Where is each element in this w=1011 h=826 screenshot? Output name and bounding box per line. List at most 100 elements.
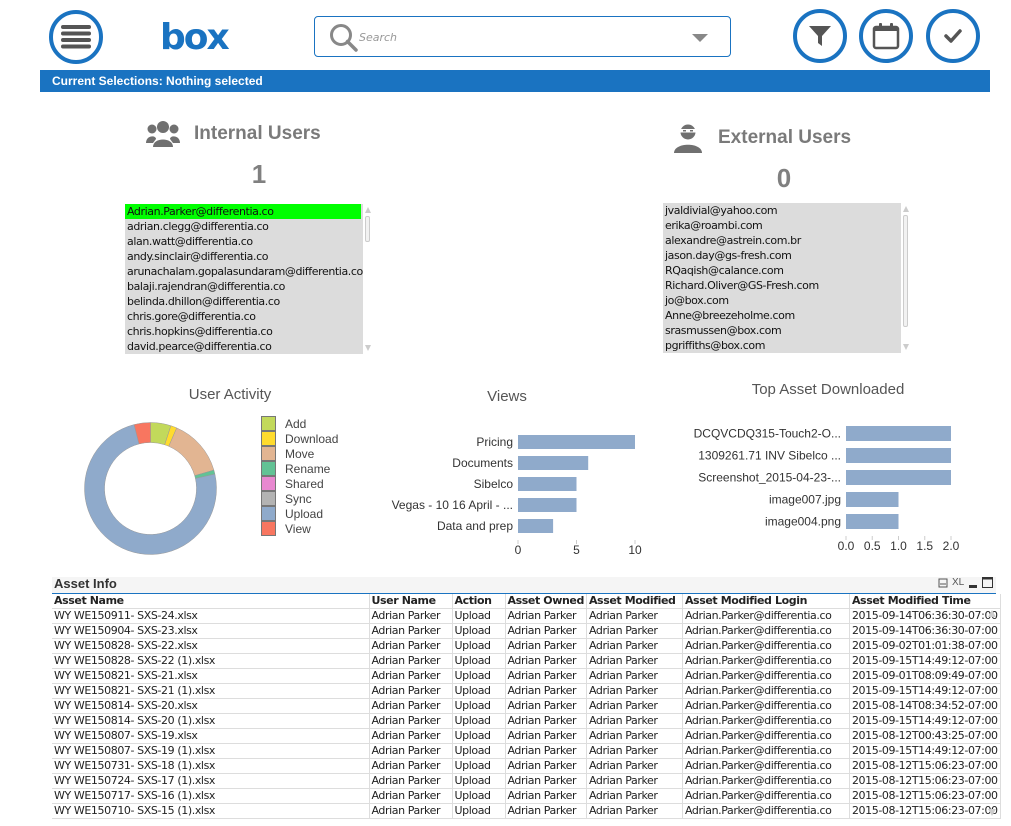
table-cell[interactable]: Adrian Parker bbox=[369, 623, 453, 639]
external-users-listbox[interactable]: jvaldivial@yahoo.com erika@roambi.com alex… bbox=[663, 203, 911, 353]
column-header[interactable]: Action bbox=[452, 594, 506, 609]
table-cell[interactable]: Adrian Parker bbox=[586, 713, 683, 729]
table-cell[interactable]: Adrian Parker bbox=[586, 743, 683, 759]
table-cell[interactable]: Adrian Parker bbox=[505, 713, 587, 729]
scroll-down-icon[interactable] bbox=[988, 809, 996, 816]
table-cell[interactable]: 2015-09-14T06:36:30-07:00 bbox=[849, 623, 1001, 639]
table-cell[interactable]: Adrian.Parker@differentia.co bbox=[682, 683, 850, 699]
table-cell[interactable]: 2015-08-12T00:43:25-07:00 bbox=[849, 728, 1001, 744]
list-item[interactable]: RQaqish@calance.com bbox=[663, 263, 899, 278]
list-item[interactable]: alexandre@astrein.com.br bbox=[663, 233, 899, 248]
table-cell[interactable]: Adrian.Parker@differentia.co bbox=[682, 698, 850, 714]
user-activity-donut[interactable] bbox=[78, 416, 223, 561]
column-header[interactable]: Asset Owned bbox=[505, 594, 587, 609]
listbox-scrollbar[interactable] bbox=[363, 204, 373, 354]
list-item[interactable]: david.pearce@differentia.co bbox=[125, 339, 361, 354]
bar-2[interactable] bbox=[846, 470, 951, 485]
table-cell[interactable]: Adrian.Parker@differentia.co bbox=[682, 728, 850, 744]
scroll-up-icon[interactable] bbox=[365, 207, 371, 213]
list-item[interactable]: Anne@breezeholme.com bbox=[663, 308, 899, 323]
table-cell[interactable]: Adrian Parker bbox=[586, 608, 683, 624]
legend-item-view[interactable]: View bbox=[261, 521, 338, 536]
table-cell[interactable]: 2015-09-15T14:49:12-07:00 bbox=[849, 653, 1001, 669]
table-cell[interactable]: Adrian Parker bbox=[505, 683, 587, 699]
legend-item-rename[interactable]: Rename bbox=[261, 461, 338, 476]
table-cell[interactable]: Adrian Parker bbox=[586, 638, 683, 654]
table-cell[interactable]: Adrian Parker bbox=[586, 758, 683, 774]
legend-item-shared[interactable]: Shared bbox=[261, 476, 338, 491]
table-row[interactable]: WY WE150828- SXS-22.xlsx Adrian Parker Upl… bbox=[52, 638, 1001, 654]
list-item[interactable]: pgriffiths@box.com bbox=[663, 338, 899, 353]
table-row[interactable]: WY WE150828- SXS-22 (1).xlsx Adrian Parke… bbox=[52, 653, 1001, 669]
bar-1[interactable] bbox=[518, 456, 589, 470]
maximize-icon[interactable] bbox=[982, 577, 994, 588]
table-cell[interactable]: Adrian.Parker@differentia.co bbox=[682, 788, 850, 804]
table-cell[interactable]: Adrian Parker bbox=[369, 608, 453, 624]
bar-3[interactable] bbox=[846, 492, 899, 507]
table-cell[interactable]: Upload bbox=[452, 713, 506, 729]
scroll-up-icon[interactable] bbox=[903, 206, 909, 212]
list-item[interactable]: Richard.Oliver@GS-Fresh.com bbox=[663, 278, 899, 293]
list-item[interactable]: alan.watt@differentia.co bbox=[125, 234, 361, 249]
table-cell[interactable]: Adrian Parker bbox=[505, 728, 587, 744]
legend-item-add[interactable]: Add bbox=[261, 416, 338, 431]
legend-item-download[interactable]: Download bbox=[261, 431, 338, 446]
table-cell[interactable]: Adrian Parker bbox=[505, 653, 587, 669]
table-cell[interactable]: Adrian Parker bbox=[505, 743, 587, 759]
table-cell[interactable]: Adrian Parker bbox=[586, 728, 683, 744]
table-cell[interactable]: Adrian.Parker@differentia.co bbox=[682, 668, 850, 684]
table-cell[interactable]: Adrian Parker bbox=[586, 623, 683, 639]
table-cell[interactable]: Upload bbox=[452, 638, 506, 654]
table-cell[interactable]: Adrian Parker bbox=[369, 653, 453, 669]
table-cell[interactable]: WY WE150731- SXS-18 (1).xlsx bbox=[52, 758, 370, 774]
list-item[interactable]: chris.gore@differentia.co bbox=[125, 309, 361, 324]
confirm-button[interactable] bbox=[926, 9, 980, 63]
table-cell[interactable]: Adrian Parker bbox=[586, 788, 683, 804]
table-cell[interactable]: Adrian Parker bbox=[505, 803, 587, 819]
table-cell[interactable]: Upload bbox=[452, 803, 506, 819]
column-header[interactable]: Asset Modified Login bbox=[682, 594, 850, 609]
list-item[interactable]: srasmussen@box.com bbox=[663, 323, 899, 338]
table-cell[interactable]: Upload bbox=[452, 623, 506, 639]
list-item[interactable]: belinda.dhillon@differentia.co bbox=[125, 294, 361, 309]
table-row[interactable]: WY WE150904- SXS-23.xlsx Adrian Parker Upl… bbox=[52, 623, 1001, 639]
table-cell[interactable]: Adrian Parker bbox=[369, 713, 453, 729]
list-item[interactable]: erika@roambi.com bbox=[663, 218, 899, 233]
table-cell[interactable]: Upload bbox=[452, 728, 506, 744]
table-cell[interactable]: Adrian Parker bbox=[369, 758, 453, 774]
table-row[interactable]: WY WE150724- SXS-17 (1).xlsx Adrian Parke… bbox=[52, 773, 1001, 789]
table-cell[interactable]: Adrian Parker bbox=[369, 683, 453, 699]
table-cell[interactable]: Adrian Parker bbox=[586, 683, 683, 699]
table-row[interactable]: WY WE150821- SXS-21.xlsx Adrian Parker Upl… bbox=[52, 668, 1001, 684]
table-cell[interactable]: 2015-08-12T15:06:23-07:00 bbox=[849, 788, 1001, 804]
scroll-down-icon[interactable] bbox=[365, 345, 371, 351]
table-cell[interactable]: Adrian Parker bbox=[505, 788, 587, 804]
table-cell[interactable]: 2015-08-12T15:06:23-07:00 bbox=[849, 803, 1001, 819]
column-header[interactable]: Asset Modified Time bbox=[849, 594, 1001, 609]
views-chart[interactable]: Pricing Documents Sibelco Vegas - 10 16 Apr… bbox=[380, 425, 660, 565]
table-cell[interactable]: Upload bbox=[452, 698, 506, 714]
table-cell[interactable]: Adrian Parker bbox=[369, 698, 453, 714]
search-box[interactable] bbox=[314, 16, 731, 57]
table-cell[interactable]: Adrian Parker bbox=[586, 803, 683, 819]
legend-item-upload[interactable]: Upload bbox=[261, 506, 338, 521]
table-cell[interactable]: WY WE150821- SXS-21.xlsx bbox=[52, 668, 370, 684]
table-cell[interactable]: Adrian.Parker@differentia.co bbox=[682, 743, 850, 759]
table-cell[interactable]: 2015-09-15T14:49:12-07:00 bbox=[849, 713, 1001, 729]
bar-4[interactable] bbox=[518, 519, 554, 533]
bar-3[interactable] bbox=[518, 498, 577, 512]
table-cell[interactable]: Upload bbox=[452, 608, 506, 624]
table-cell[interactable]: 2015-08-12T15:06:23-07:00 bbox=[849, 758, 1001, 774]
table-cell[interactable]: WY WE150724- SXS-17 (1).xlsx bbox=[52, 773, 370, 789]
column-header[interactable]: Asset Name bbox=[52, 594, 370, 609]
table-cell[interactable]: WY WE150814- SXS-20 (1).xlsx bbox=[52, 713, 370, 729]
table-cell[interactable]: Adrian Parker bbox=[369, 743, 453, 759]
table-cell[interactable]: Adrian Parker bbox=[369, 788, 453, 804]
table-cell[interactable]: Upload bbox=[452, 773, 506, 789]
scroll-thumb[interactable] bbox=[365, 216, 370, 242]
bar-0[interactable] bbox=[518, 435, 635, 449]
table-cell[interactable]: 2015-09-14T06:36:30-07:00 bbox=[849, 608, 1001, 624]
table-row[interactable]: WY WE150807- SXS-19.xlsx Adrian Parker Upl… bbox=[52, 728, 1001, 744]
bar-1[interactable] bbox=[846, 448, 951, 463]
scroll-up-icon[interactable] bbox=[988, 610, 996, 617]
